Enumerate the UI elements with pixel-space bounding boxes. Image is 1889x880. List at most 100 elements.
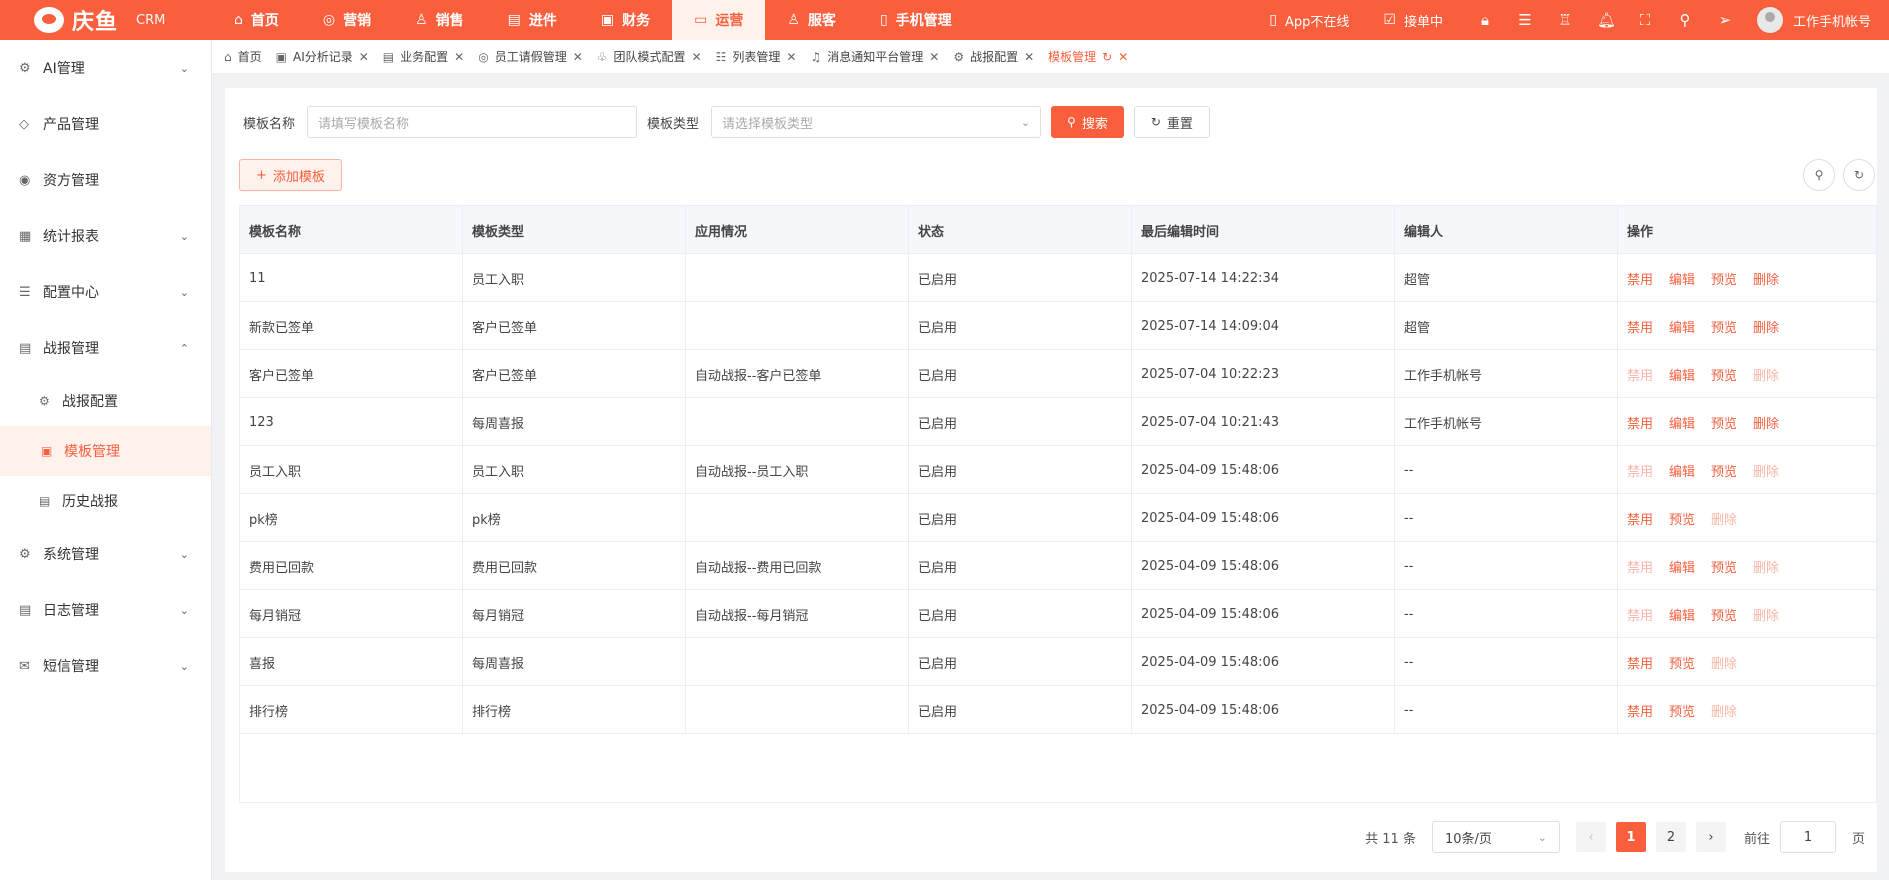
close-icon[interactable]: ✕: [573, 50, 583, 64]
page-number-button[interactable]: 1: [1615, 822, 1646, 852]
action-link[interactable]: 预览: [1711, 365, 1737, 384]
close-icon[interactable]: ✕: [1118, 50, 1128, 64]
action-link[interactable]: 禁用: [1627, 317, 1653, 336]
tab[interactable]: ♧ 团队模式配置 ✕: [597, 48, 702, 65]
username[interactable]: 工作手机帐号: [1793, 11, 1871, 30]
lock-icon[interactable]: 🔒︎: [1477, 11, 1493, 29]
action-link[interactable]: 编辑: [1669, 269, 1695, 288]
tab-label: 列表管理: [732, 50, 781, 64]
table-row: 123 每周喜报 已启用 2025-07-04 10:21:43 工作手机帐号 禁用 编辑预…: [240, 398, 1876, 446]
sidebar-subitem[interactable]: ▣ 模板管理: [0, 426, 211, 476]
action-link[interactable]: 预览: [1711, 317, 1737, 336]
close-icon[interactable]: ✕: [359, 50, 369, 64]
next-page-button[interactable]: ›: [1695, 822, 1726, 852]
tab[interactable]: ☷ 列表管理 ✕: [716, 48, 797, 65]
sidebar-item[interactable]: ▤ 日志管理 ⌄: [0, 582, 211, 638]
tab[interactable]: 模板管理 ↻ ✕: [1048, 48, 1128, 65]
action-link[interactable]: 预览: [1669, 701, 1695, 720]
action-link[interactable]: 禁用: [1627, 701, 1653, 720]
action-link[interactable]: 禁用: [1627, 269, 1653, 288]
sidebar-subitem[interactable]: ▤ 历史战报: [0, 476, 211, 526]
action-link[interactable]: 预览: [1711, 413, 1737, 432]
action-link[interactable]: 预览: [1669, 653, 1695, 672]
refresh-icon[interactable]: ↻: [1102, 50, 1112, 64]
add-template-button[interactable]: + 添加模板: [239, 159, 342, 191]
sidebar-item[interactable]: ✉ 短信管理 ⌄: [0, 638, 211, 694]
topnav-item[interactable]: ⌂ 首页: [212, 0, 301, 40]
action-link: 禁用: [1627, 608, 1654, 624]
sidebar-item[interactable]: ▦ 统计报表 ⌄: [0, 208, 211, 264]
sidebar-subitem[interactable]: ⚙ 战报配置: [0, 376, 211, 426]
topnav-item[interactable]: ▤ 进件: [486, 0, 579, 40]
action-link[interactable]: 编辑: [1669, 365, 1695, 384]
tab[interactable]: ⌂ 首页: [224, 48, 262, 65]
close-icon[interactable]: ✕: [692, 50, 702, 64]
app-status[interactable]: ▯ App不在线: [1269, 11, 1349, 30]
sidebar-item[interactable]: ◉ 资方管理: [0, 152, 211, 208]
tab[interactable]: ▤ 业务配置 ✕: [383, 48, 464, 65]
logo[interactable]: 庆鱼 CRM: [0, 0, 212, 40]
tab[interactable]: ◎ 员工请假管理 ✕: [478, 48, 583, 65]
action-link[interactable]: 删除: [1753, 317, 1779, 336]
action-link[interactable]: 编辑: [1669, 413, 1695, 432]
cell-status: 已启用: [909, 590, 1132, 638]
refresh-table-button[interactable]: ↻: [1843, 159, 1875, 191]
template-name-input[interactable]: 请填写模板名称: [307, 106, 638, 138]
fullscreen-icon[interactable]: ⛶: [1637, 11, 1653, 29]
close-icon[interactable]: ✕: [454, 50, 464, 64]
send-icon[interactable]: ➢: [1717, 11, 1733, 29]
action-link[interactable]: 删除: [1753, 413, 1779, 432]
action-link[interactable]: 编辑: [1669, 605, 1695, 624]
topnav-label: 首页: [250, 13, 279, 29]
tab[interactable]: ♫ 消息通知平台管理 ✕: [810, 48, 939, 65]
avatar[interactable]: [1756, 7, 1783, 33]
action-link[interactable]: 删除: [1753, 269, 1779, 288]
close-icon[interactable]: ✕: [786, 50, 796, 64]
action-link[interactable]: 预览: [1669, 509, 1695, 528]
close-icon[interactable]: ✕: [1024, 50, 1034, 64]
close-icon[interactable]: ✕: [929, 50, 939, 64]
topnav-item[interactable]: ♙ 服客: [765, 0, 858, 40]
topnav-item[interactable]: ◎ 营销: [301, 0, 393, 40]
prev-page-button[interactable]: ‹: [1575, 822, 1606, 852]
search-icon[interactable]: ⚲: [1677, 11, 1693, 29]
action-link[interactable]: 编辑: [1669, 557, 1695, 576]
topnav-item[interactable]: ▣ 财务: [579, 0, 672, 40]
bell-icon[interactable]: 🔔︎: [1597, 11, 1616, 29]
sidebar-item-label: 战报管理: [43, 341, 99, 357]
sidebar-item[interactable]: ▤ 战报管理 ⌃: [0, 320, 211, 376]
action-link[interactable]: 禁用: [1627, 653, 1653, 672]
action-link[interactable]: 预览: [1711, 269, 1737, 288]
sidebar-item[interactable]: ☰ 配置中心 ⌄: [0, 264, 211, 320]
page-number-button[interactable]: 2: [1655, 822, 1686, 852]
cell-name: pk榜: [240, 494, 463, 542]
action-link[interactable]: 编辑: [1669, 317, 1695, 336]
sidebar-item[interactable]: ⚙ 系统管理 ⌄: [0, 526, 211, 582]
cell-type: 员工入职: [463, 446, 686, 494]
order-status[interactable]: ☑ 接单中: [1383, 11, 1443, 30]
topnav-item[interactable]: ♙ 销售: [393, 0, 486, 40]
tab[interactable]: ▣ AI分析记录 ✕: [276, 48, 369, 65]
cell-type: pk榜: [463, 494, 686, 542]
action-link[interactable]: 预览: [1711, 461, 1737, 480]
search-button[interactable]: ⚲ 搜索: [1051, 106, 1124, 138]
action-link[interactable]: 禁用: [1627, 509, 1653, 528]
page-size-select[interactable]: 10条/页 ⌄: [1431, 821, 1560, 853]
sidebar-item[interactable]: ◇ 产品管理: [0, 96, 211, 152]
topnav-item[interactable]: ▭ 运营: [672, 0, 766, 40]
template-type-select[interactable]: 请选择模板类型 ⌄: [711, 106, 1042, 138]
reset-button[interactable]: ↻ 重置: [1133, 106, 1210, 138]
search-list-icon[interactable]: ☰: [1517, 11, 1533, 29]
main-content: 模板名称 请填写模板名称 模板类型 请选择模板类型 ⌄ ⚲ 搜索 ↻ 重置 + …: [225, 88, 1877, 872]
topnav-item[interactable]: ▯ 手机管理: [858, 0, 974, 40]
action-link[interactable]: 禁用: [1627, 413, 1653, 432]
sidebar-item[interactable]: ⚙ AI管理 ⌄: [0, 40, 211, 96]
shirt-icon[interactable]: ♖: [1557, 11, 1573, 29]
goto-page-input[interactable]: 1: [1779, 821, 1836, 853]
action-link[interactable]: 编辑: [1669, 461, 1695, 480]
action-link[interactable]: 预览: [1711, 557, 1737, 576]
action-link[interactable]: 预览: [1711, 605, 1737, 624]
tab[interactable]: ⚙ 战报配置 ✕: [953, 48, 1034, 65]
toggle-search-button[interactable]: ⚲: [1803, 159, 1835, 191]
tab-icon: ☷: [715, 49, 727, 64]
